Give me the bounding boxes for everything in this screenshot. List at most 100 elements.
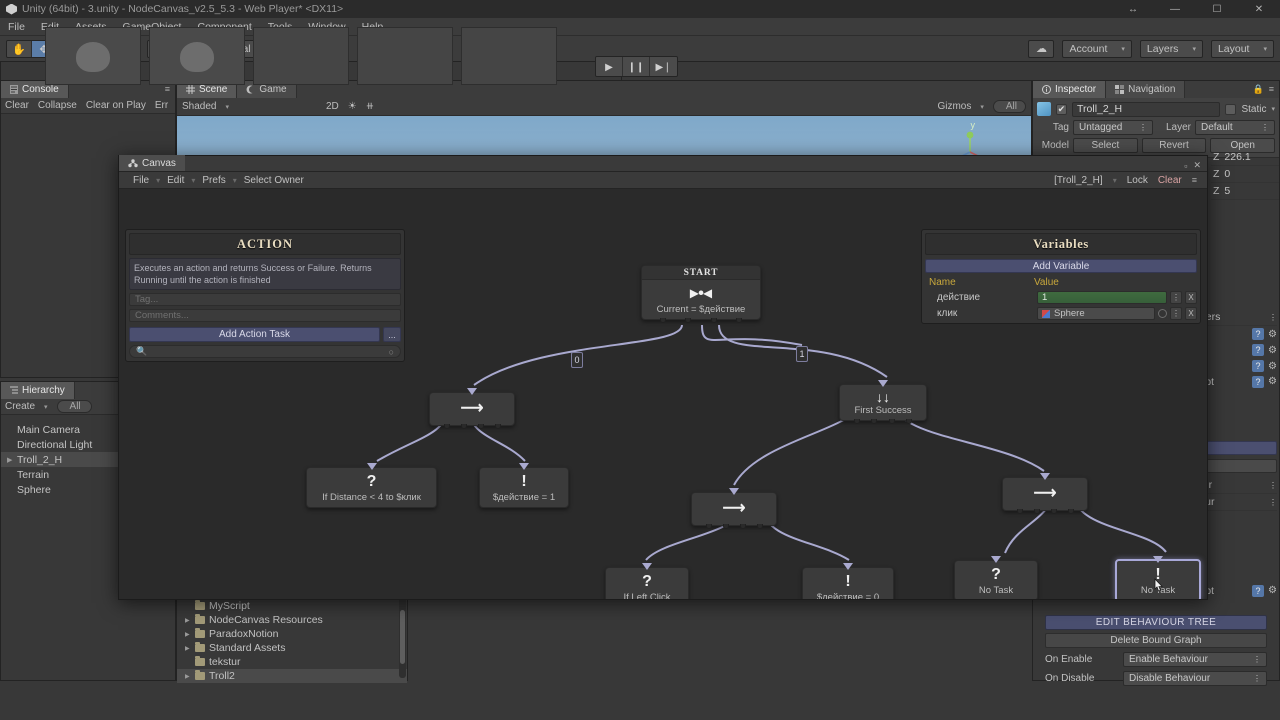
add-variable-button[interactable]: Add Variable: [925, 259, 1197, 273]
z-row-3[interactable]: Z 5: [1211, 183, 1279, 200]
gameobject-name-field[interactable]: Troll_2_H: [1072, 101, 1221, 117]
project-folder-standard-assets[interactable]: ▶ Standard Assets: [177, 641, 407, 655]
help-icon[interactable]: ?: [1252, 585, 1265, 597]
node-sequencer-2[interactable]: ⟶: [691, 488, 777, 529]
delete-bound-graph-button[interactable]: Delete Bound Graph: [1045, 633, 1267, 648]
node-condition-no-task[interactable]: ? No Task: [954, 556, 1038, 599]
node-sequencer-2-ports[interactable]: [692, 524, 776, 529]
node-input-port[interactable]: [1040, 473, 1050, 480]
menu-icon[interactable]: ≡: [1269, 81, 1274, 98]
expand-triangle-icon[interactable]: ▶: [185, 645, 191, 652]
chevron-down-icon[interactable]: ⋮: [1269, 313, 1277, 322]
create-dropdown[interactable]: Create: [5, 401, 35, 412]
console-collapse-button[interactable]: Collapse: [38, 100, 77, 111]
help-icon[interactable]: ?: [1252, 344, 1265, 356]
layer-dropdown[interactable]: Default ⋮: [1195, 119, 1275, 135]
node-action-no-task[interactable]: ! No Task: [1115, 556, 1201, 599]
graph-canvas[interactable]: 0 1 START ▸•◂ Current = $действие ⟶ ↓↓ F…: [119, 189, 1207, 599]
gear-icon[interactable]: ⚙: [1268, 585, 1277, 597]
gear-icon[interactable]: ⚙: [1268, 361, 1277, 372]
canvas-lock-button[interactable]: Lock: [1127, 175, 1148, 186]
tab-navigation[interactable]: Navigation: [1106, 81, 1186, 98]
canvas-menu-select-owner[interactable]: Select Owner: [240, 175, 308, 186]
variable-delete-button[interactable]: X: [1185, 307, 1197, 320]
z-value-field[interactable]: 0: [1224, 168, 1279, 180]
add-action-task-menu-button[interactable]: ...: [383, 327, 401, 342]
gear-icon[interactable]: ⚙: [1268, 329, 1277, 340]
node-input-port[interactable]: [878, 380, 888, 387]
layers-dropdown[interactable]: Layers ▾: [1139, 39, 1203, 58]
help-icon[interactable]: ?: [1252, 328, 1265, 340]
z-value-field[interactable]: 5: [1224, 185, 1279, 197]
tab-hierarchy[interactable]: Hierarchy: [1, 382, 75, 399]
close-button[interactable]: ✕: [1238, 0, 1280, 18]
node-action-set-0[interactable]: ! $действие = 0: [802, 563, 894, 599]
expand-triangle-icon[interactable]: ▶: [7, 456, 12, 464]
project-folder-myscript[interactable]: MyScript: [177, 599, 407, 613]
node-input-port[interactable]: [843, 563, 853, 570]
model-select-button[interactable]: Select: [1073, 137, 1138, 153]
model-revert-button[interactable]: Revert: [1141, 137, 1207, 153]
clip-thumbnail-run[interactable]: [45, 27, 141, 85]
action-search-input[interactable]: 🔍 ○: [129, 345, 401, 358]
gear-icon[interactable]: ⚙: [1268, 345, 1277, 356]
clip-thumbnail-shift-left[interactable]: [149, 27, 245, 85]
tab-canvas[interactable]: Canvas: [119, 155, 185, 171]
variable-object-picker-icon[interactable]: [1158, 309, 1167, 318]
node-sequencer-3-ports[interactable]: [1003, 509, 1087, 514]
help-icon[interactable]: ?: [1252, 360, 1265, 372]
project-folder-troll2[interactable]: ▶ Troll2: [177, 669, 407, 683]
expand-triangle-icon[interactable]: ▶: [185, 631, 191, 638]
node-start-ports[interactable]: [642, 318, 760, 323]
chevron-down-icon[interactable]: ▾: [44, 403, 48, 411]
gizmos-dropdown[interactable]: Gizmos: [937, 101, 971, 112]
clip-thumbnail-standby[interactable]: [357, 27, 453, 85]
canvas-menu-edit[interactable]: Edit: [163, 175, 188, 186]
node-condition-distance[interactable]: ? If Distance < 4 to $клик: [306, 463, 437, 508]
shading-mode-dropdown[interactable]: Shaded: [182, 101, 216, 112]
clip-thumbnail-shift-right[interactable]: [253, 27, 349, 85]
scene-search-input[interactable]: All: [992, 100, 1026, 113]
float-window-icon[interactable]: ▫: [1184, 161, 1187, 171]
chevron-down-icon[interactable]: ▾: [980, 103, 984, 111]
lighting-toggle-icon[interactable]: ☀: [348, 101, 357, 112]
project-folder-nodecanvas-resources[interactable]: ▶ NodeCanvas Resources: [177, 613, 407, 627]
step-button[interactable]: ▶❘: [650, 57, 677, 76]
console-clear-on-play-button[interactable]: Clear on Play: [86, 100, 146, 111]
variable-name[interactable]: действие: [937, 292, 1037, 303]
account-dropdown[interactable]: Account ▾: [1062, 39, 1132, 58]
close-icon[interactable]: ✕: [1193, 160, 1201, 171]
node-start[interactable]: START ▸•◂ Current = $действие: [641, 265, 761, 323]
console-error-pause-button[interactable]: Err: [155, 100, 168, 111]
on-disable-dropdown[interactable]: Disable Behaviour ⋮: [1123, 671, 1267, 686]
toggle-2d-button[interactable]: 2D: [326, 101, 339, 112]
static-checkbox[interactable]: [1225, 103, 1237, 115]
layout-dropdown[interactable]: Layout ▾: [1210, 39, 1274, 58]
variable-delete-button[interactable]: X: [1185, 291, 1197, 304]
node-first-success-ports[interactable]: [840, 419, 926, 424]
cloud-services-button[interactable]: ☁: [1028, 39, 1055, 58]
clip-thumbnail-tpose[interactable]: [461, 27, 557, 85]
node-input-port[interactable]: [991, 556, 1001, 563]
z-row-2[interactable]: Z 0: [1211, 166, 1279, 183]
expand-triangle-icon[interactable]: ▶: [185, 617, 191, 624]
console-clear-button[interactable]: Clear: [5, 100, 29, 111]
canvas-owner-label[interactable]: [Troll_2_H]: [1054, 175, 1103, 186]
chevron-down-icon[interactable]: ▾: [225, 103, 229, 111]
project-scrollbar-thumb[interactable]: [400, 610, 405, 664]
z-value-field[interactable]: 226.1: [1224, 151, 1279, 163]
restore-arrows-icon[interactable]: ↔: [1112, 0, 1154, 18]
connection-label-1[interactable]: 1: [796, 346, 808, 362]
variable-name[interactable]: клик: [937, 308, 1037, 319]
canvas-options-icon[interactable]: ≡: [1192, 175, 1197, 185]
gear-icon[interactable]: ⚙: [1268, 376, 1277, 388]
clear-icon[interactable]: ○: [389, 347, 394, 357]
hand-tool-icon[interactable]: ✋: [7, 40, 32, 57]
variable-menu-button[interactable]: ⋮: [1170, 291, 1182, 304]
node-input-port[interactable]: [1153, 556, 1163, 563]
menu-item-file[interactable]: File: [0, 18, 33, 36]
node-input-port[interactable]: [642, 563, 652, 570]
action-comments-input[interactable]: Comments...: [129, 309, 401, 322]
node-sequencer-1[interactable]: ⟶: [429, 388, 515, 429]
canvas-menu-prefs[interactable]: Prefs: [198, 175, 229, 186]
